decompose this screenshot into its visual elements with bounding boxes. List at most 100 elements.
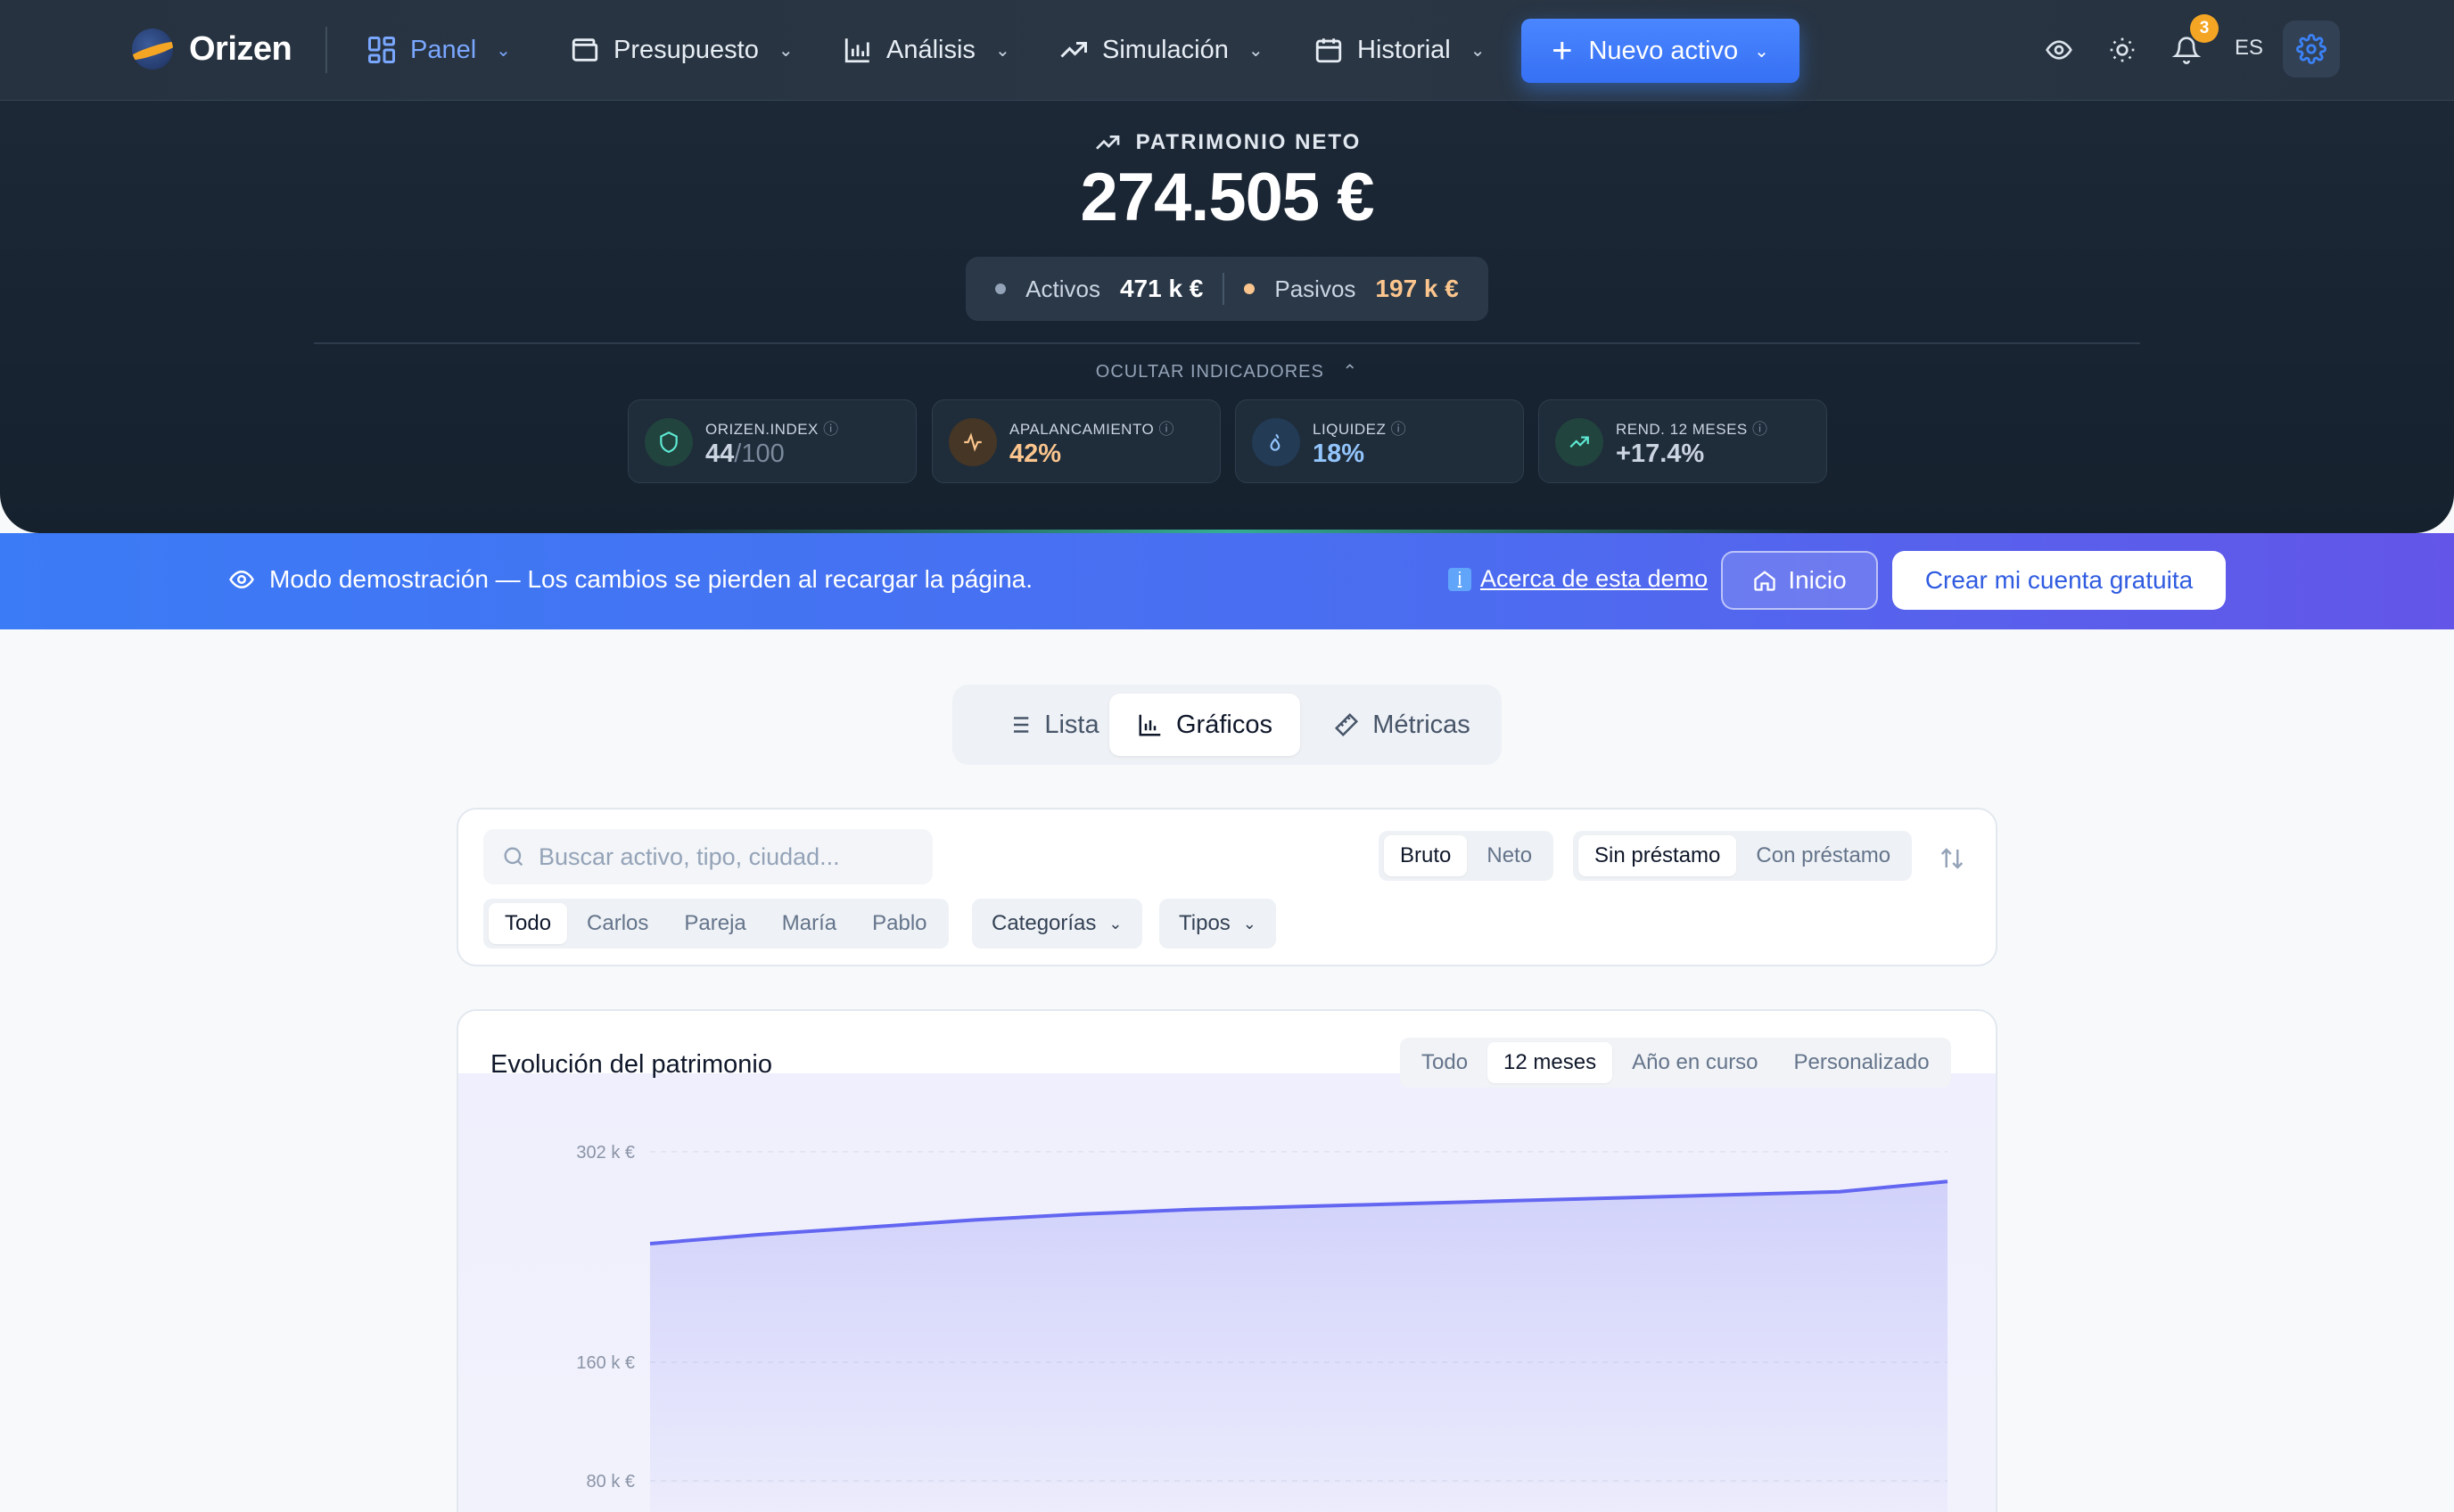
nav-historial[interactable]: Historial ⌄ [1313, 27, 1486, 73]
kpi-label: APALANCAMIENTO ⓘ [1009, 421, 1174, 438]
settings-button[interactable] [2283, 21, 2340, 78]
eye-icon [229, 570, 254, 589]
sun-icon[interactable] [2103, 30, 2142, 70]
kpi-return-12m[interactable]: REND. 12 MESES ⓘ +17.4% [1538, 399, 1827, 483]
owner-filter: Todo Carlos Pareja María Pablo [483, 899, 949, 949]
kpi-label: LIQUIDEZ ⓘ [1313, 421, 1407, 438]
language-switch[interactable]: ES [2235, 36, 2263, 61]
home-label: Inicio [1788, 566, 1847, 594]
loan-toggle: Sin préstamo Con préstamo [1573, 831, 1913, 881]
kpi-value: 18% [1313, 440, 1365, 468]
info-icon: ⓘ [1390, 421, 1407, 438]
new-asset-button[interactable]: + Nuevo activo ⌄ [1521, 19, 1799, 83]
chart-area-fill [650, 1181, 1948, 1512]
tab-metricas[interactable]: Métricas [1314, 694, 1489, 756]
tab-lista-label: Lista [1044, 710, 1099, 739]
wallet-icon [569, 34, 601, 66]
nav-presupuesto[interactable]: Presupuesto ⌄ [569, 27, 794, 73]
liabilities-value: 197 k € [1375, 275, 1459, 302]
y-tick-label: 80 k € [587, 1472, 635, 1491]
chevron-down-icon: ⌄ [778, 40, 794, 61]
assets-label: Activos [1025, 275, 1100, 302]
option-sin-prestamo[interactable]: Sin préstamo [1578, 835, 1737, 876]
gross-net-toggle: Bruto Neto [1379, 831, 1554, 881]
view-tabs: Lista Gráficos Métricas [952, 685, 1502, 765]
notification-badge: 3 [2190, 14, 2219, 43]
assets-dot [995, 284, 1007, 294]
demo-message-text: Modo demostración — Los cambios se pierd… [269, 565, 1033, 593]
home-button[interactable]: Inicio [1721, 551, 1878, 610]
option-neto[interactable]: Neto [1470, 835, 1548, 876]
liabilities-label: Pasivos [1274, 275, 1356, 302]
logo[interactable]: Orizen [132, 29, 292, 70]
info-icon: ⓘ [1752, 421, 1768, 438]
list-icon [1009, 717, 1029, 733]
hide-indicators-label: OCULTAR INDICADORES [1095, 362, 1324, 382]
types-dropdown[interactable]: Tipos ⌄ [1159, 899, 1276, 949]
info-icon: ⓘ [1158, 421, 1174, 438]
nav-analisis[interactable]: Análisis ⌄ [842, 27, 1010, 73]
kpi-value: 44/100 [705, 440, 785, 468]
owner-todo[interactable]: Todo [489, 903, 568, 944]
option-bruto[interactable]: Bruto [1384, 835, 1468, 876]
kpi-liquidity[interactable]: LIQUIDEZ ⓘ 18% [1235, 399, 1524, 483]
nav-simulacion[interactable]: Simulación ⌄ [1058, 27, 1264, 73]
liabilities-dot [1244, 284, 1256, 294]
eye-icon[interactable] [2039, 30, 2079, 70]
owner-pablo[interactable]: Pablo [856, 903, 943, 944]
owner-carlos[interactable]: Carlos [571, 903, 664, 944]
bar-chart-icon [842, 34, 874, 66]
kpi-label: REND. 12 MESES ⓘ [1616, 421, 1768, 438]
nav-simulacion-label: Simulación [1102, 35, 1229, 64]
grid-icon [366, 34, 398, 66]
nav-historial-label: Historial [1357, 35, 1451, 64]
nav-analisis-label: Análisis [886, 35, 976, 64]
home-icon [1754, 571, 1775, 591]
chevron-down-icon: ⌄ [496, 40, 511, 61]
chevron-down-icon: ⌄ [1248, 40, 1264, 61]
trending-up-icon [1555, 418, 1603, 466]
chevron-up-icon: ⌃ [1342, 362, 1359, 382]
search-input[interactable]: Buscar activo, tipo, ciudad... [483, 829, 933, 884]
plus-icon: + [1552, 31, 1573, 70]
nav-panel[interactable]: Panel ⌄ [366, 27, 511, 73]
assets-value: 471 k € [1119, 275, 1204, 302]
networth-label-text: PATRIMONIO NETO [1135, 130, 1362, 154]
networth-chart: 302 k € 160 k € 80 k € [576, 1143, 1948, 1512]
info-icon: ⓘ [823, 421, 839, 438]
chevron-down-icon: ⌄ [1242, 914, 1256, 933]
chevron-down-icon: ⌄ [1754, 41, 1769, 62]
new-asset-label: Nuevo activo [1588, 36, 1739, 65]
tab-lista[interactable]: Lista [981, 694, 1124, 756]
y-tick-label: 302 k € [576, 1143, 635, 1163]
filters-card: Buscar activo, tipo, ciudad... Bruto Net… [457, 808, 1997, 966]
kpi-orizen-index[interactable]: ORIZEN.INDEX ⓘ 44/100 [628, 399, 917, 483]
activity-icon [949, 418, 997, 466]
networth-label: PATRIMONIO NETO [0, 128, 2454, 157]
kpi-leverage[interactable]: APALANCAMIENTO ⓘ 42% [932, 399, 1221, 483]
categories-label: Categorías [992, 911, 1097, 935]
about-demo-label: Acerca de esta demo [1480, 565, 1709, 592]
owner-maria[interactable]: María [766, 903, 852, 944]
owner-pareja[interactable]: Pareja [668, 903, 762, 944]
hide-indicators-toggle[interactable]: OCULTAR INDICADORES ⌃ [0, 360, 2454, 382]
about-demo-link[interactable]: i Acerca de esta demo [1448, 565, 1708, 593]
orizen-logo-icon [132, 29, 173, 70]
option-con-prestamo[interactable]: Con préstamo [1740, 835, 1906, 876]
assets-liabilities-summary: Activos 471 k € Pasivos 197 k € [966, 257, 1488, 321]
kpi-label: ORIZEN.INDEX ⓘ [705, 421, 839, 438]
top-navigation: Orizen Panel ⌄ Presupuesto ⌄ Análisis ⌄ [0, 0, 2454, 101]
tab-graficos[interactable]: Gráficos [1109, 694, 1300, 756]
summary-divider [1223, 273, 1225, 305]
trending-up-icon [1095, 136, 1119, 150]
categories-dropdown[interactable]: Categorías ⌄ [972, 899, 1142, 949]
create-account-button[interactable]: Crear mi cuenta gratuita [1892, 551, 2226, 610]
app-name: Orizen [189, 29, 292, 68]
nav-panel-label: Panel [410, 35, 477, 64]
types-label: Tipos [1179, 911, 1231, 935]
trending-up-icon [1058, 34, 1090, 66]
info-icon: i [1448, 567, 1471, 591]
sort-icon[interactable] [1939, 845, 1965, 876]
calendar-icon [1313, 34, 1345, 66]
ruler-icon [1335, 712, 1359, 737]
